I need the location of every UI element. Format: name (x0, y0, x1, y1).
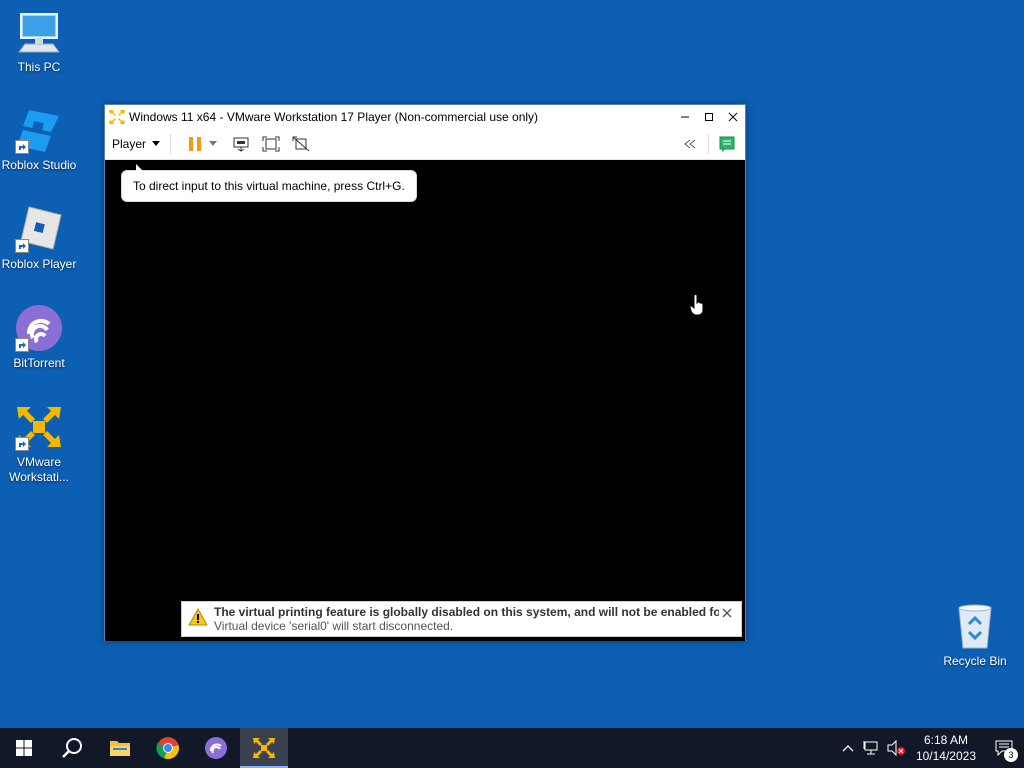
search-icon (62, 738, 82, 758)
notification-count-badge: 3 (1004, 748, 1018, 762)
start-button[interactable] (0, 728, 48, 768)
close-button[interactable] (721, 105, 745, 129)
desktop-icon-bittorrent[interactable]: BitTorrent (0, 304, 78, 371)
input-tooltip: To direct input to this virtual machine,… (121, 164, 417, 202)
network-icon (863, 741, 878, 755)
desktop-icon-label: BitTorrent (13, 356, 65, 370)
desktop-icon-label: This PC (17, 60, 61, 74)
vmware-icon (15, 403, 63, 451)
taskbar-file-explorer[interactable] (96, 728, 144, 768)
message-log-button[interactable] (715, 132, 739, 156)
desktop-icon-label: Roblox Studio (1, 158, 77, 172)
network-button[interactable] (860, 728, 884, 768)
taskbar-chrome[interactable] (144, 728, 192, 768)
desktop-icon-roblox-player[interactable]: Roblox Player (0, 205, 78, 272)
chevron-up-icon (842, 745, 854, 752)
player-menu-button[interactable]: Player (112, 134, 172, 154)
vm-display[interactable]: To direct input to this virtual machine,… (105, 160, 745, 641)
chevron-down-icon (152, 141, 161, 146)
system-tray: 6:18 AM 10/14/2023 3 (836, 728, 1024, 768)
recycle-bin-icon (951, 602, 999, 650)
unity-button[interactable] (289, 132, 313, 156)
taskbar-bittorrent[interactable] (192, 728, 240, 768)
message-log-icon (719, 136, 735, 152)
roblox-player-icon (15, 205, 63, 253)
shortcut-arrow-icon (15, 338, 29, 352)
vmware-app-icon (109, 109, 125, 125)
desktop-icon-roblox-studio[interactable]: Roblox Studio (0, 106, 78, 173)
full-screen-button[interactable] (259, 132, 283, 156)
vmware-icon (253, 738, 275, 758)
pause-button[interactable] (183, 132, 207, 156)
search-button[interactable] (48, 728, 96, 768)
vmware-window[interactable]: Windows 11 x64 - VMware Workstation 17 P… (104, 104, 746, 641)
chevron-down-icon (209, 141, 218, 146)
notification-bar: The virtual printing feature is globally… (181, 601, 742, 637)
folder-icon (110, 741, 130, 756)
hand-cursor-icon (689, 294, 704, 316)
send-ctrl-alt-del-button[interactable] (229, 132, 253, 156)
notification-close-button[interactable] (719, 605, 735, 621)
desktop-icon-label: Roblox Player (1, 257, 77, 271)
window-titlebar[interactable]: Windows 11 x64 - VMware Workstation 17 P… (105, 105, 745, 129)
desktop-icon-recycle-bin[interactable]: Recycle Bin (936, 602, 1014, 669)
pause-dropdown-button[interactable] (207, 132, 219, 156)
taskbar-vmware[interactable] (240, 728, 288, 768)
collapse-toolbar-button[interactable] (678, 132, 702, 156)
notification-detail: Virtual device 'serial0' will start disc… (214, 619, 454, 633)
unity-icon (292, 136, 310, 152)
notification-title: The virtual printing feature is globally… (214, 605, 719, 619)
shortcut-arrow-icon (15, 437, 29, 451)
desktop-icon-this-pc[interactable]: This PC (0, 8, 78, 75)
bittorrent-icon (205, 737, 227, 759)
maximize-button[interactable] (697, 105, 721, 129)
desktop-icon-label: VMware Workstati... (9, 455, 69, 484)
computer-icon (15, 8, 63, 56)
vm-toolbar: Player (105, 129, 745, 160)
double-chevron-left-icon (684, 139, 696, 149)
clock-date: 10/14/2023 (915, 749, 976, 763)
taskbar: 6:18 AM 10/14/2023 3 (0, 728, 1024, 768)
desktop-icon-vmware[interactable]: VMware Workstati... (0, 403, 78, 485)
roblox-studio-icon (15, 106, 63, 154)
window-title: Windows 11 x64 - VMware Workstation 17 P… (129, 110, 539, 124)
desktop-icon-label: Recycle Bin (943, 654, 1007, 668)
player-menu-label: Player (112, 137, 147, 151)
shortcut-arrow-icon (15, 140, 29, 154)
show-hidden-icons-button[interactable] (836, 728, 860, 768)
speaker-muted-icon (887, 740, 905, 756)
chrome-icon (156, 737, 179, 760)
close-icon (722, 608, 732, 618)
bittorrent-icon (15, 304, 63, 352)
clock[interactable]: 6:18 AM 10/14/2023 (908, 732, 984, 764)
full-screen-icon (262, 136, 280, 152)
warning-icon (188, 607, 208, 626)
shortcut-arrow-icon (15, 239, 29, 253)
windows-logo-icon (16, 740, 32, 756)
ctrl-alt-del-icon (233, 137, 249, 152)
volume-button[interactable] (884, 728, 908, 768)
pause-icon (189, 137, 202, 151)
clock-time: 6:18 AM (923, 733, 968, 747)
action-center-button[interactable]: 3 (984, 728, 1024, 768)
minimize-button[interactable] (673, 105, 697, 129)
